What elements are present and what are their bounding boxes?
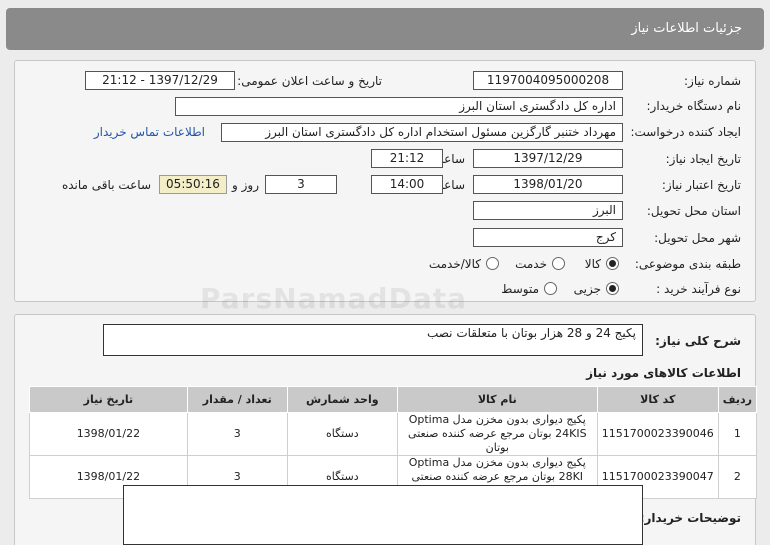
buyer-notes-field[interactable] — [123, 485, 643, 545]
buyer-contact-link[interactable]: اطلاعات تماس خریدار — [94, 125, 205, 139]
buyer-org-label: نام دستگاه خریدار: — [646, 99, 742, 113]
summary-label: شرح کلی نیاز: — [655, 334, 741, 348]
need-details-panel: شماره نیاز: 1197004095000208 تاریخ و ساع… — [14, 60, 756, 302]
remaining-label: ساعت باقی مانده — [61, 178, 151, 192]
announce-datetime-label: تاریخ و ساعت اعلان عمومی: — [237, 74, 382, 88]
cell-need-date: 1398/01/22 — [29, 412, 188, 456]
delivery-city-label: شهر محل تحویل: — [654, 231, 741, 245]
purchase-radio-medium[interactable] — [544, 282, 557, 295]
announce-datetime-field[interactable]: 1397/12/29 - 21:12 — [85, 71, 235, 90]
created-time-field[interactable]: 21:12 — [371, 149, 443, 168]
col-need-date: تاریخ نیاز — [29, 386, 188, 413]
watermark-text: ParsNamadData — [200, 282, 467, 315]
items-table: ردیف کد کالا نام کالا واحد شمارش تعداد /… — [29, 386, 758, 499]
purchase-radio-minor[interactable] — [606, 282, 619, 295]
summary-field[interactable]: پکیج 24 و 28 هزار بوتان با متعلقات نصب — [103, 324, 643, 356]
col-unit: واحد شمارش — [286, 386, 398, 413]
days-field[interactable]: 3 — [265, 175, 337, 194]
valid-date-label: تاریخ اعتبار نیاز: — [661, 178, 741, 192]
page-title: جزئیات اطلاعات نیاز — [6, 8, 764, 50]
buyer-org-field[interactable]: اداره کل دادگستری استان البرز — [175, 97, 623, 116]
valid-time-field[interactable]: 14:00 — [371, 175, 443, 194]
items-section-title: اطلاعات کالاهای مورد نیاز — [586, 366, 741, 380]
need-number-label: شماره نیاز: — [684, 74, 741, 88]
category-option-goods-service: کالا/خدمت — [428, 257, 481, 271]
cell-row: 1 — [717, 412, 758, 456]
delivery-province-label: استان محل تحویل: — [646, 204, 741, 218]
col-code: کد کالا — [596, 386, 719, 413]
buyer-notes-label: توضیحات خریدار: — [639, 511, 741, 525]
category-option-service: خدمت — [515, 257, 547, 271]
cell-code: 1151700023390046 — [596, 412, 719, 456]
col-name: نام کالا — [396, 386, 598, 413]
cell-quantity: 3 — [186, 412, 288, 456]
need-number-field[interactable]: 1197004095000208 — [473, 71, 623, 90]
category-radio-goods-service[interactable] — [486, 257, 499, 270]
cell-name: پکیج دیواری بدون مخزن مدل Optima 24KIS ب… — [396, 412, 598, 456]
requester-field[interactable]: مهرداد ختنبر گارگزین مسئول استخدام اداره… — [221, 123, 623, 142]
delivery-province-field[interactable]: البرز — [473, 201, 623, 220]
cell-unit: دستگاه — [286, 412, 398, 456]
requester-label: ایجاد کننده درخواست: — [630, 125, 741, 139]
cell-row: 2 — [717, 455, 758, 499]
items-table-header: ردیف کد کالا نام کالا واحد شمارش تعداد /… — [29, 386, 758, 413]
days-label: روز و — [232, 178, 259, 192]
remaining-time-field: 05:50:16 — [159, 175, 227, 194]
category-label: طبقه بندی موضوعی: — [634, 257, 741, 271]
col-row: ردیف — [717, 386, 758, 413]
items-panel: شرح کلی نیاز: پکیج 24 و 28 هزار بوتان با… — [14, 314, 758, 545]
table-row[interactable]: 1 1151700023390046 پکیج دیواری بدون مخزن… — [29, 412, 758, 456]
purchase-type-label: نوع فرآیند خرید : — [656, 282, 741, 296]
category-radio-goods[interactable] — [606, 257, 619, 270]
created-date-label: تاریخ ایجاد نیاز: — [665, 152, 741, 166]
purchase-option-medium: متوسط — [501, 282, 539, 296]
purchase-option-minor: جزیی — [573, 282, 601, 296]
category-option-goods: کالا — [584, 257, 601, 271]
category-radio-service[interactable] — [552, 257, 565, 270]
delivery-city-field[interactable]: کرج — [473, 228, 623, 247]
col-quantity: تعداد / مقدار — [186, 386, 288, 413]
valid-date-field[interactable]: 1398/01/20 — [473, 175, 623, 194]
created-date-field[interactable]: 1397/12/29 — [473, 149, 623, 168]
